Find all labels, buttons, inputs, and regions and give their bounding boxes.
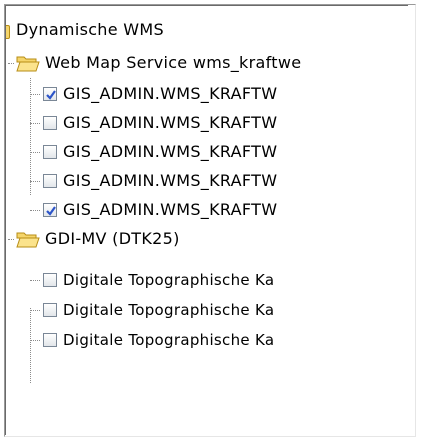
tree-guide-line bbox=[30, 280, 40, 281]
tree-guide-line bbox=[30, 181, 40, 182]
layer-tree-panel: Dynamische WMS Web Map Service wms_kraft… bbox=[0, 0, 422, 444]
checkmark-icon bbox=[46, 206, 56, 216]
layer-checkbox[interactable] bbox=[43, 303, 57, 317]
layer-item[interactable]: Digitale Topographische Ka bbox=[6, 326, 406, 354]
layer-label: GIS_ADMIN.WMS_KRAFTW bbox=[63, 84, 278, 103]
layer-label: GIS_ADMIN.WMS_KRAFTW bbox=[63, 142, 278, 161]
tree-guide-line bbox=[30, 152, 40, 153]
layer-checkbox[interactable] bbox=[43, 333, 57, 347]
tree-guide-line bbox=[30, 340, 40, 341]
layer-checkbox[interactable] bbox=[43, 203, 57, 217]
layer-label: GIS_ADMIN.WMS_KRAFTW bbox=[63, 171, 278, 190]
tree-guide-line bbox=[30, 210, 40, 211]
layer-label: Digitale Topographische Ka bbox=[63, 301, 275, 319]
layer-item[interactable]: Digitale Topographische Ka bbox=[6, 296, 406, 324]
tree-guide-line bbox=[30, 310, 40, 311]
tree-node-label: Web Map Service wms_kraftwe bbox=[45, 53, 302, 72]
tree-guide-line bbox=[8, 63, 14, 64]
layer-item[interactable]: GIS_ADMIN.WMS_KRAFTW bbox=[6, 167, 406, 195]
tree-node-wms-kraftwerke[interactable]: Web Map Service wms_kraftwe bbox=[6, 49, 406, 77]
tree-guide-line bbox=[30, 123, 40, 124]
tree-node-dynamische-wms[interactable]: Dynamische WMS bbox=[6, 16, 406, 44]
folder-open-icon bbox=[16, 232, 40, 248]
layer-checkbox[interactable] bbox=[43, 145, 57, 159]
layer-item[interactable]: GIS_ADMIN.WMS_KRAFTW bbox=[6, 138, 406, 166]
layer-checkbox[interactable] bbox=[43, 116, 57, 130]
layer-label: Digitale Topographische Ka bbox=[63, 271, 275, 289]
layer-item[interactable]: Digitale Topographische Ka bbox=[6, 266, 406, 294]
tree-node-label: GDI-MV (DTK25) bbox=[45, 229, 180, 248]
layer-label: GIS_ADMIN.WMS_KRAFTW bbox=[63, 113, 278, 132]
layer-label: GIS_ADMIN.WMS_KRAFTW bbox=[63, 200, 278, 219]
layer-label: Digitale Topographische Ka bbox=[63, 331, 275, 349]
layer-item[interactable]: GIS_ADMIN.WMS_KRAFTW bbox=[6, 196, 406, 224]
folder-open-icon bbox=[6, 25, 10, 39]
folder-open-icon bbox=[16, 56, 40, 72]
layer-item[interactable]: GIS_ADMIN.WMS_KRAFTW bbox=[6, 109, 406, 137]
checkmark-icon bbox=[46, 90, 56, 100]
layer-item[interactable]: GIS_ADMIN.WMS_KRAFTW bbox=[6, 80, 406, 108]
tree-guide-line bbox=[30, 94, 40, 95]
layer-checkbox[interactable] bbox=[43, 87, 57, 101]
tree-view: Dynamische WMS Web Map Service wms_kraft… bbox=[5, 5, 408, 435]
layer-checkbox[interactable] bbox=[43, 174, 57, 188]
layer-checkbox[interactable] bbox=[43, 273, 57, 287]
tree-node-label: Dynamische WMS bbox=[16, 20, 164, 39]
tree-node-gdi-mv[interactable]: GDI-MV (DTK25) bbox=[6, 225, 406, 253]
tree-guide-line bbox=[8, 239, 14, 240]
